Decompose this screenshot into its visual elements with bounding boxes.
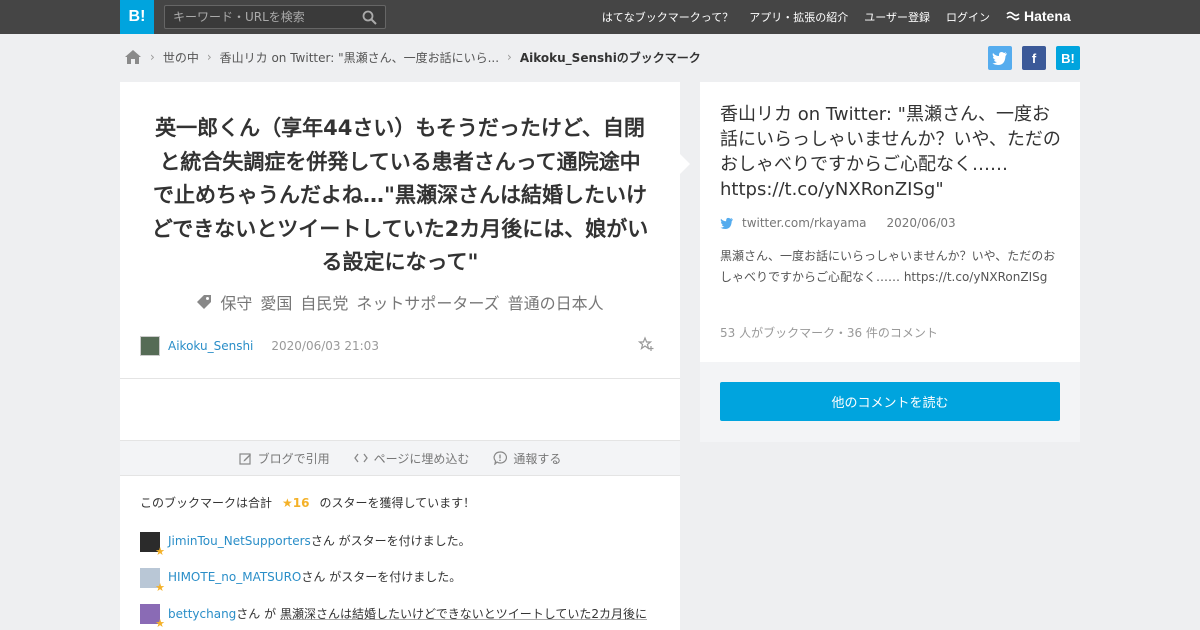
chevron-right-icon: › [150, 50, 155, 64]
avatar[interactable]: ★ [140, 568, 165, 594]
entry-footer: 他のコメントを読む [700, 362, 1080, 442]
tag-item[interactable]: 普通の日本人 [508, 290, 604, 314]
nav-apps[interactable]: アプリ・拡張の紹介 [749, 9, 848, 25]
entry-description: 黒瀬さん、一度お話にいらっしゃいませんか？いや、ただのおしゃべりですからご心配な… [720, 249, 1056, 284]
bookmark-date: 2020/06/03 21:03 [271, 339, 379, 353]
nav-about[interactable]: はてなブックマークって？ [602, 9, 733, 25]
tag-item[interactable]: 愛国 [260, 290, 292, 314]
code-icon [353, 453, 368, 463]
avatar[interactable]: ★ [140, 604, 165, 630]
report-icon [493, 451, 508, 465]
avatar[interactable]: ★ [140, 532, 165, 558]
action-bar: ブログで引用 ページに埋め込む 通報する [120, 440, 680, 476]
blog-quote-button[interactable]: ブログで引用 [238, 450, 330, 467]
star-text: さん がスターを付けました。 [301, 570, 462, 584]
star-icon: ★ [282, 495, 293, 510]
hatena-brand[interactable]: Hatena [1006, 8, 1071, 24]
read-more-comments-button[interactable]: 他のコメントを読む [720, 382, 1060, 421]
entry-meta: twitter.com/rkayama 2020/06/03 [720, 216, 956, 230]
user-link[interactable]: JiminTou_NetSupporters [168, 534, 311, 548]
embed-button[interactable]: ページに埋め込む [353, 450, 470, 467]
hatena-brand-label: Hatena [1024, 8, 1071, 24]
list-item: ★ JiminTou_NetSupportersさん がスターを付けました。 [140, 532, 471, 558]
breadcrumb-category[interactable]: 世の中 [163, 49, 199, 66]
star-icon: ★ [155, 545, 165, 558]
search-input[interactable] [165, 6, 355, 28]
breadcrumb: › 世の中 › 香山リカ on Twitter: "黒瀬さん、一度お話にいら..… [124, 46, 701, 68]
blog-quote-label: ブログで引用 [257, 451, 330, 466]
top-nav: はてなブックマークって？ アプリ・拡張の紹介 ユーザー登録 ログイン [602, 0, 990, 34]
top-bar: B! はてなブックマークって？ アプリ・拡張の紹介 ユーザー登録 ログイン Ha… [0, 0, 1200, 34]
edit-icon [238, 452, 251, 465]
tag-item[interactable]: 保守 [220, 290, 252, 314]
star-count: ★16 [282, 495, 310, 510]
entry-date: 2020/06/03 [886, 216, 956, 230]
star-text: さん が [236, 607, 277, 621]
avatar[interactable] [140, 336, 160, 356]
list-item: ★ HIMOTE_no_MATSUROさん がスターを付けました。 [140, 568, 462, 594]
embed-label: ページに埋め込む [373, 451, 470, 466]
search-box [164, 5, 386, 29]
star-summary: このブックマークは合計 ★16 のスターを獲得しています！ [140, 494, 475, 511]
divider [120, 378, 680, 379]
tag-list: 保守 愛国 自民党 ネットサポーターズ 普通の日本人 [120, 290, 680, 314]
twitter-bird-icon [992, 52, 1007, 65]
breadcrumb-entry[interactable]: 香山リカ on Twitter: "黒瀬さん、一度お話にいら... [220, 49, 499, 66]
report-label: 通報する [513, 451, 562, 466]
entry-counts[interactable]: 53 人がブックマーク・36 件のコメント [720, 324, 938, 341]
user-link[interactable]: bettychang [168, 607, 236, 621]
chevron-right-icon: › [507, 50, 512, 64]
add-star-button[interactable] [637, 336, 654, 356]
bookmark-comment: 英一郎くん（享年44さい）もそうだったけど、自閉と統合失調症を併発している患者さ… [151, 116, 649, 274]
star-summary-prefix: このブックマークは合計 [140, 496, 273, 510]
star-quote: 黒瀬深さんは結婚したいけどできないとツイートしていた2カ月後に [279, 607, 647, 621]
home-icon[interactable] [124, 49, 142, 65]
tag-item[interactable]: 自民党 [300, 290, 348, 314]
entry-title[interactable]: 香山リカ on Twitter: "黒瀬さん、一度お話にいらっしゃいませんか？い… [720, 102, 1062, 202]
star-icon: ★ [155, 617, 165, 630]
user-link[interactable]: HIMOTE_no_MATSURO [168, 570, 301, 584]
callout-arrow [680, 154, 690, 174]
bookmark-detail: 英一郎くん（享年44さい）もそうだったけど、自閉と統合失調症を併発している患者さ… [120, 82, 680, 630]
hatena-bookmark-logo[interactable]: B! [120, 0, 154, 34]
nav-login[interactable]: ログイン [946, 9, 990, 25]
tag-icon [197, 295, 212, 309]
search-icon[interactable] [362, 10, 377, 29]
tag-item[interactable]: ネットサポーターズ [356, 290, 499, 314]
star-icon: ★ [155, 581, 165, 594]
share-facebook-button[interactable]: f [1022, 46, 1046, 70]
list-item: ★ bettychangさん が 黒瀬深さんは結婚したいけどできないとツイートし… [140, 604, 660, 630]
nav-register[interactable]: ユーザー登録 [864, 9, 930, 25]
entry-card: 香山リカ on Twitter: "黒瀬さん、一度お話にいらっしゃいませんか？い… [700, 82, 1080, 362]
hatena-wave-icon [1006, 11, 1020, 21]
star-summary-suffix: のスターを獲得しています！ [319, 496, 476, 510]
user-link[interactable]: Aikoku_Senshi [168, 339, 253, 353]
star-text: さん がスターを付けました。 [310, 534, 471, 548]
entry-domain[interactable]: twitter.com/rkayama [742, 216, 867, 230]
add-star-icon [637, 336, 654, 351]
report-button[interactable]: 通報する [493, 450, 561, 467]
share-twitter-button[interactable] [988, 46, 1012, 70]
chevron-right-icon: › [206, 50, 212, 64]
twitter-icon [720, 217, 733, 229]
bookmark-user: Aikoku_Senshi 2020/06/03 21:03 [140, 336, 379, 356]
breadcrumb-current: Aikoku_Senshiのブックマーク [519, 50, 701, 65]
share-hatena-button[interactable]: B! [1056, 46, 1080, 70]
